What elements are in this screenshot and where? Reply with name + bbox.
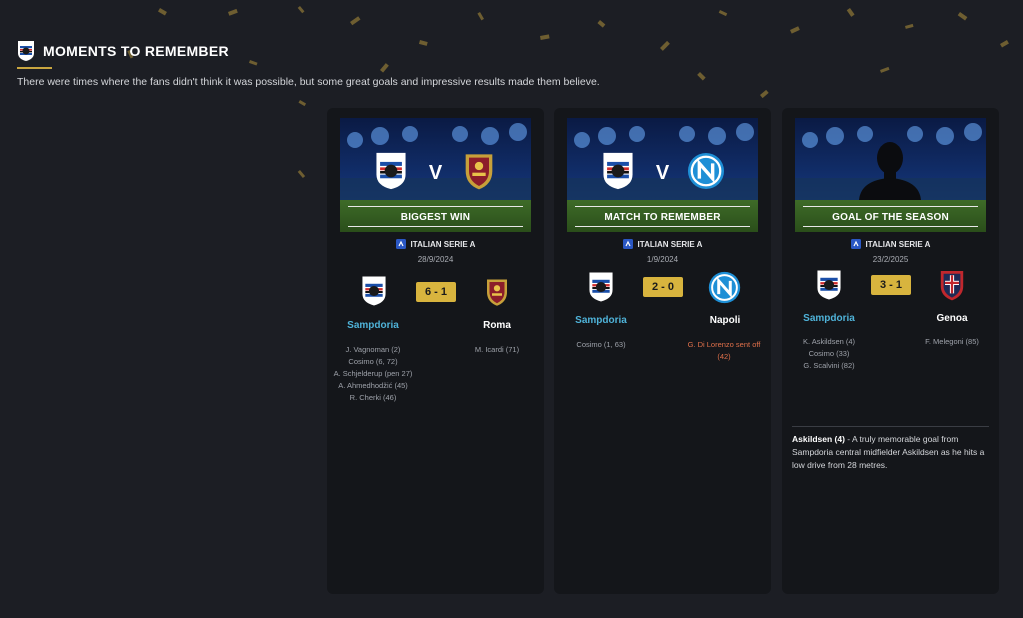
banner-label: GOAL OF THE SEASON <box>832 212 949 223</box>
stadium-banner: BIGGEST WIN V <box>340 118 531 232</box>
competition-name: ITALIAN SERIE A <box>410 239 476 249</box>
competition-name: ITALIAN SERIE A <box>865 239 931 249</box>
scorer: A. Schjelderup (pen 27) <box>333 369 413 378</box>
banner-label: BIGGEST WIN <box>400 212 471 223</box>
scorer: R. Cherki (46) <box>349 393 397 402</box>
title-underline <box>17 67 52 69</box>
banner-line-bottom <box>803 226 978 227</box>
red-card-event: G. Di Lorenzo sent off (42) <box>687 340 761 361</box>
scorer: G. Scalvini (82) <box>803 361 855 370</box>
scorer: A. Ahmedhodžić (45) <box>338 381 408 390</box>
stadium-banner: MATCH TO REMEMBER V <box>567 118 758 232</box>
serie-a-icon <box>850 239 861 249</box>
scorer: Cosimo (1, 63) <box>576 340 626 349</box>
competition: ITALIAN SERIE A <box>554 239 771 249</box>
away-scorers: F. Melegoni (85) <box>912 336 992 348</box>
page-header: MOMENTS TO REMEMBER <box>17 40 229 62</box>
scorer: K. Askildsen (4) <box>802 337 856 346</box>
banner-line-bottom <box>348 226 523 227</box>
banner-line-top <box>348 206 523 207</box>
banner-line-top <box>575 206 750 207</box>
napoli-crest-icon <box>708 271 741 304</box>
page-subtitle: There were times where the fans didn't t… <box>17 76 600 88</box>
stadium-banner: GOAL OF THE SEASON <box>795 118 986 232</box>
sampdoria-crest-icon <box>817 270 841 300</box>
versus-text: V <box>428 162 443 184</box>
competition-name: ITALIAN SERIE A <box>637 239 703 249</box>
match-date: 1/9/2024 <box>646 255 679 264</box>
scorer: Cosimo (6, 72) <box>348 357 398 366</box>
home-scorers: Cosimo (1, 63) <box>561 339 641 351</box>
scorer: M. Icardi (71) <box>474 345 520 354</box>
away-scorers: G. Di Lorenzo sent off (42) <box>684 339 764 363</box>
sampdoria-crest-icon <box>603 152 633 190</box>
moment-card-biggest-win[interactable]: BIGGEST WIN V ITALIAN SERIE A 28/9/2024 … <box>327 108 544 594</box>
scorer: J. Vagnoman (2) <box>345 345 401 354</box>
napoli-crest-icon <box>687 152 725 190</box>
home-scorers: J. Vagnoman (2) Cosimo (6, 72) A. Schjel… <box>333 344 413 404</box>
goal-description-lead: Askildsen (4) <box>792 434 845 444</box>
versus-text: V <box>655 162 670 184</box>
home-team-name[interactable]: Sampdoria <box>784 313 874 324</box>
away-team-name[interactable]: Napoli <box>680 315 770 326</box>
banner-line-top <box>803 206 978 207</box>
score-box: 3 - 1 <box>871 275 911 295</box>
sampdoria-crest-icon <box>376 152 406 190</box>
score-box: 6 - 1 <box>416 282 456 302</box>
sampdoria-crest-icon <box>589 272 613 302</box>
sampdoria-crest-icon <box>362 276 386 306</box>
roma-crest-icon <box>465 154 493 190</box>
moment-card-goal-of-the-season[interactable]: GOAL OF THE SEASON ITALIAN SERIE A 23/2/… <box>782 108 999 594</box>
moment-card-match-to-remember[interactable]: MATCH TO REMEMBER V ITALIAN SERIE A 1/9/… <box>554 108 771 594</box>
banner-label: MATCH TO REMEMBER <box>604 212 721 223</box>
roma-crest-icon <box>487 279 507 306</box>
scorer: Cosimo (33) <box>808 349 850 358</box>
banner-line-bottom <box>575 226 750 227</box>
home-team-name[interactable]: Sampdoria <box>328 320 418 331</box>
divider <box>792 426 989 427</box>
home-team-name[interactable]: Sampdoria <box>556 315 646 326</box>
competition: ITALIAN SERIE A <box>782 239 999 249</box>
competition: ITALIAN SERIE A <box>327 239 544 249</box>
score-box: 2 - 0 <box>643 277 683 297</box>
match-date: 23/2/2025 <box>872 255 909 264</box>
scorer: F. Melegoni (85) <box>925 337 979 346</box>
genoa-crest-icon <box>940 271 964 301</box>
match-date: 28/9/2024 <box>417 255 454 264</box>
serie-a-icon <box>622 239 633 249</box>
away-team-name[interactable]: Roma <box>452 320 542 331</box>
goal-description: Askildsen (4) - A truly memorable goal f… <box>792 433 987 472</box>
sampdoria-badge-icon <box>18 41 34 61</box>
home-scorers: K. Askildsen (4) Cosimo (33) G. Scalvini… <box>789 336 869 372</box>
away-team-name[interactable]: Genoa <box>907 313 997 324</box>
page-title: MOMENTS TO REMEMBER <box>43 43 229 59</box>
serie-a-icon <box>395 239 406 249</box>
away-scorers: M. Icardi (71) <box>457 344 537 356</box>
